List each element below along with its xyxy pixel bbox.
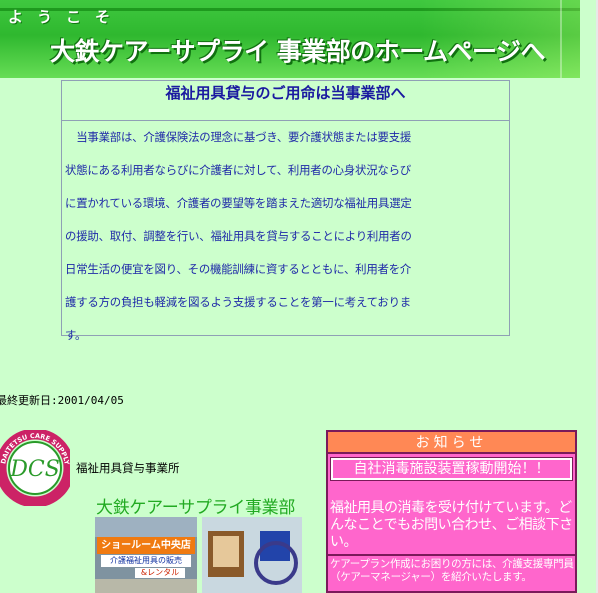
- intro-line: す。: [65, 328, 87, 342]
- chair-icon: [208, 531, 244, 577]
- site-title: 大鉄ケアーサプライ 事業部のホームページへ: [50, 37, 545, 66]
- news-badge[interactable]: 自社消毒施設装置稼動開始！！: [330, 457, 573, 481]
- company-name: 大鉄ケアーサプライ事業部: [96, 498, 296, 518]
- intro-line: の援助、取付、調整を行い、福祉用具を貸与することにより利用者の: [65, 229, 412, 243]
- showroom-sign: ショールーム中央店: [97, 537, 195, 554]
- welcome-text: ようこそ: [8, 8, 125, 26]
- business-label: 福祉用具貸与事業所: [76, 461, 180, 475]
- intro-heading: 福祉用具貸与のご用命は当事業部へ: [62, 81, 509, 121]
- news-divider: [328, 554, 575, 556]
- equipment-photo[interactable]: [202, 517, 302, 593]
- intro-body: 当事業部は、介護保険法の理念に基づき、要介護状態または要支援 状態にある利用者な…: [62, 121, 509, 352]
- photo-sky: [95, 517, 197, 537]
- last-updated: 最終更新日:2001/04/05: [0, 394, 124, 407]
- showroom-sign-sub: 介護福祉用具の販売: [101, 555, 191, 567]
- news-text-careplan: ケアープラン作成にお困りの方には、介護支援専門員（ケアーマネージャー）を紹介いた…: [330, 558, 574, 583]
- header-banner: ようこそ 大鉄ケアーサプライ 事業部のホームページへ: [0, 0, 580, 78]
- photo-wall: [95, 579, 197, 593]
- showroom-photo[interactable]: ショールーム中央店 介護福祉用具の販売 &レンタル: [95, 517, 197, 593]
- intro-line: に置かれている環境、介護者の要望等を踏まえた適切な福祉用具選定: [65, 196, 412, 210]
- logo-letters: DCS: [9, 457, 60, 482]
- intro-line: 当事業部は、介護保険法の理念に基づき、要介護状態または要支援: [65, 130, 412, 144]
- dcs-logo-icon: DAITETSU CARE SUPPLY DCS: [0, 428, 75, 508]
- intro-line: 日常生活の便宜を図り、その機能訓練に資するとともに、利用者を介: [65, 262, 412, 276]
- intro-box: 福祉用具貸与のご用命は当事業部へ 当事業部は、介護保険法の理念に基づき、要介護状…: [61, 80, 510, 342]
- intro-line: 状態にある利用者ならびに介護者に対して、利用者の心身状況ならび: [65, 163, 411, 177]
- wheelchair-icon: [254, 541, 298, 585]
- banner-edge: [560, 0, 562, 78]
- intro-line: 護する方の負担も軽減を図るよう支援することを第一に考えておりま: [65, 295, 411, 309]
- news-text-disinfection: 福祉用具の消毒を受け付けています。どんなことでもお問い合わせ、ご相談下さい。: [330, 500, 573, 550]
- showroom-sign-rental: &レンタル: [135, 568, 185, 578]
- news-title: お知らせ: [328, 432, 575, 454]
- news-panel: お知らせ 自社消毒施設装置稼動開始！！ 福祉用具の消毒を受け付けています。どんな…: [326, 430, 577, 593]
- company-logo[interactable]: DAITETSU CARE SUPPLY DCS: [0, 428, 75, 508]
